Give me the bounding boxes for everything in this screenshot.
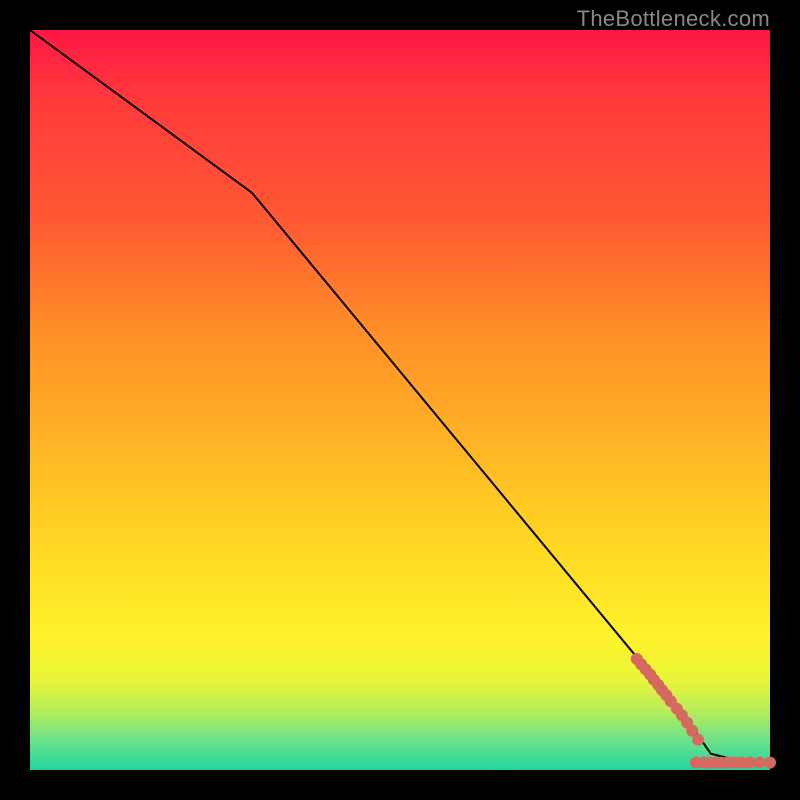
chart-container: TheBottleneck.com: [0, 0, 800, 800]
data-point: [754, 757, 765, 768]
data-point: [693, 734, 704, 745]
data-point: [765, 757, 776, 768]
scatter-points: [631, 654, 775, 769]
chart-svg: [30, 30, 770, 770]
bottleneck-curve: [30, 30, 770, 763]
plot-area: [30, 30, 770, 770]
attribution-text: TheBottleneck.com: [577, 6, 770, 32]
